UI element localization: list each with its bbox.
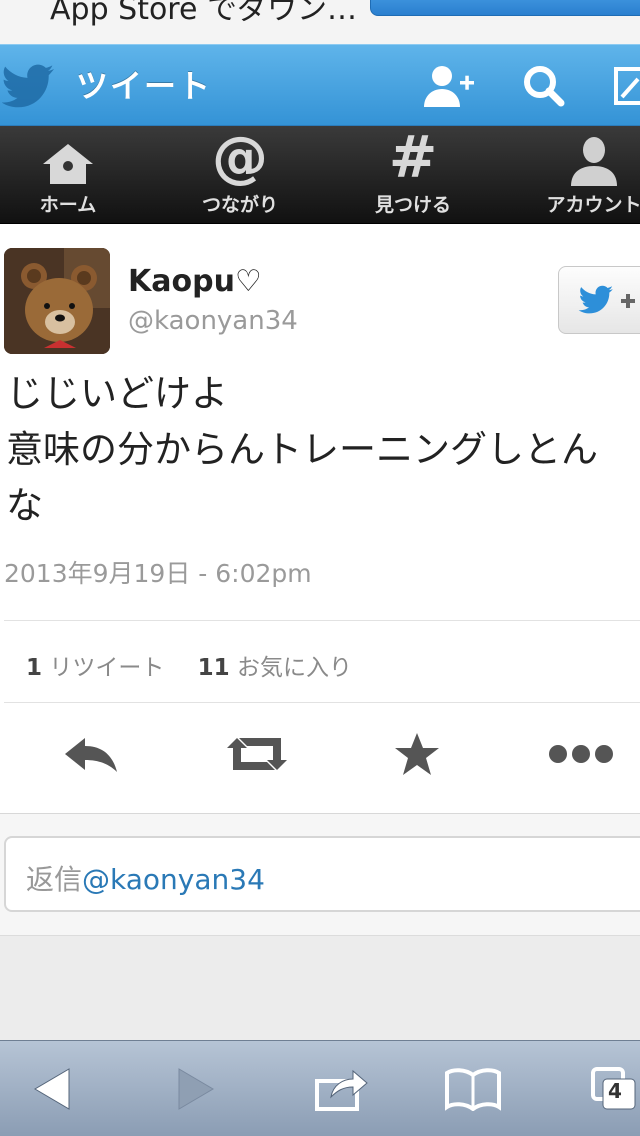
tweet-text: じじいどけよ 意味の分からんトレーニングしとん な [6,366,640,534]
nav-account[interactable]: アカウント [534,126,640,224]
banner-button[interactable] [370,0,640,16]
tweet-timestamp[interactable]: 2013年9月19日 - 6:02pm [4,554,312,590]
tweet-line: な [6,484,43,527]
nav-account-label: アカウント [546,194,640,216]
follow-button[interactable] [558,266,640,334]
search-icon[interactable] [516,63,572,109]
share-icon[interactable] [306,1057,376,1121]
tweet-line: じじいどけよ [6,372,228,415]
tweet-line: 意味の分からんトレーニングしとん [6,428,598,471]
tweet-stats: 1 リツイート 11 お気に入り [26,648,364,682]
tabs-icon[interactable]: 4 [580,1057,640,1121]
empty-area [0,936,640,1040]
forward-icon[interactable] [160,1057,230,1121]
at-icon: @ [212,125,268,190]
home-icon [20,126,116,186]
page-title: ツイート [76,67,213,105]
tab-count: 4 [608,1079,622,1103]
nav-connect[interactable]: @ つながり [184,126,296,224]
favorite-stat[interactable]: 11 お気に入り [198,655,358,681]
divider [4,702,640,703]
hashtag-icon: # [388,123,438,191]
display-name[interactable]: Kaopu♡ [128,264,262,299]
favorite-star-icon[interactable] [382,724,452,784]
avatar[interactable] [4,248,110,354]
retweet-count: 1 [26,655,43,681]
more-options-icon[interactable] [546,724,616,784]
nav-discover[interactable]: # 見つける [358,126,468,224]
reply-prefix: 返信 [26,863,83,896]
retweet-icon[interactable] [222,724,292,784]
banner-text: App Store でダウン… [50,0,357,27]
username[interactable]: @kaonyan34 [128,306,298,336]
reply-mention: @kaonyan34 [82,863,265,896]
reply-input[interactable]: 返信@kaonyan34 [4,836,640,912]
nav-connect-label: つながり [201,194,278,216]
add-user-icon[interactable] [420,63,476,109]
app-store-banner[interactable]: App Store でダウン… [0,0,640,44]
reply-icon[interactable] [56,724,126,784]
nav-home-label: ホーム [39,194,97,216]
divider [4,620,640,621]
twitter-bird-icon[interactable] [1,61,56,109]
bookmarks-icon[interactable] [438,1057,508,1121]
retweet-count-label: リツイート [49,655,165,681]
favorite-count-label: お気に入り [236,655,352,681]
tweet-card: Kaopu♡ @kaonyan34 じじいどけよ 意味の分からんトレーニングしと… [0,224,640,814]
account-icon [534,126,640,186]
nav-discover-label: 見つける [374,194,451,216]
retweet-stat[interactable]: 1 リツイート [26,655,170,681]
back-icon[interactable] [18,1057,88,1121]
favorite-count: 11 [197,655,230,681]
twitter-header: ツイート [0,44,640,126]
compose-icon[interactable] [606,63,640,109]
main-navigation: ホーム @ つながり # 見つける アカウント [0,126,640,224]
nav-home[interactable]: ホーム [20,126,116,224]
browser-toolbar: 4 [0,1040,640,1136]
reply-placeholder: 返信@kaonyan34 [26,858,265,898]
reply-section: 返信@kaonyan34 [0,814,640,936]
